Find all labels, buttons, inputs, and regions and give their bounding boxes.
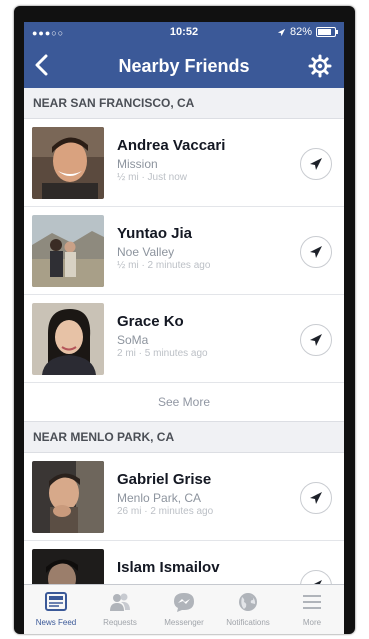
location-arrow-icon	[310, 246, 322, 258]
menu-icon	[303, 595, 321, 609]
tab-label: Notifications	[226, 618, 270, 627]
friend-distance-time: ½ mi · 2 minutes ago	[117, 260, 211, 271]
friend-row[interactable]: Yuntao Jia Noe Valley ½ mi · 2 minutes a…	[24, 207, 344, 295]
tab-notifications[interactable]: Notifications	[216, 585, 280, 634]
friend-name[interactable]: Grace Ko	[117, 313, 184, 330]
messenger-icon	[174, 593, 194, 612]
navigate-button[interactable]	[300, 570, 332, 584]
navigate-button[interactable]	[300, 482, 332, 514]
tab-label: Requests	[103, 618, 137, 627]
status-bar: ●●●○○ 10:52 82%	[24, 22, 344, 44]
avatar[interactable]	[32, 461, 104, 533]
navigation-bar: Nearby Friends	[24, 44, 344, 88]
settings-button[interactable]	[308, 54, 332, 78]
friend-row[interactable]: Andrea Vaccari Mission ½ mi · Just now	[24, 119, 344, 207]
gear-icon	[308, 54, 332, 78]
page-title: Nearby Friends	[118, 56, 250, 76]
friend-location: Noe Valley	[117, 245, 175, 259]
friend-distance-time: 26 mi · 2 minutes ago	[117, 506, 214, 517]
avatar[interactable]	[32, 303, 104, 375]
battery-percent: 82%	[289, 26, 312, 38]
location-arrow-icon	[310, 492, 322, 504]
location-arrow-icon	[310, 158, 322, 170]
location-arrow-icon	[277, 28, 286, 36]
friend-row[interactable]: Grace Ko SoMa 2 mi · 5 minutes ago	[24, 295, 344, 383]
status-right: 82%	[277, 26, 338, 38]
friend-location: Menlo Park, CA	[117, 491, 202, 505]
friend-name[interactable]: Yuntao Jia	[117, 225, 192, 242]
app-screen: ●●●○○ 10:52 82% Nearby Friends NEAR SAN …	[24, 22, 344, 634]
navigate-button[interactable]	[300, 236, 332, 268]
section-header-san-francisco: NEAR SAN FRANCISCO, CA	[24, 88, 344, 119]
friend-distance-time: ½ mi · Just now	[117, 172, 188, 183]
tab-more[interactable]: More	[280, 585, 344, 634]
globe-icon	[239, 593, 257, 611]
friend-location: Mission	[117, 157, 158, 171]
avatar[interactable]	[32, 127, 104, 199]
friend-distance-time: 2 mi · 5 minutes ago	[117, 348, 208, 359]
avatar[interactable]	[32, 549, 104, 584]
tab-news-feed[interactable]: News Feed	[24, 585, 88, 634]
nearby-friends-list[interactable]: NEAR SAN FRANCISCO, CA Andrea Vaccari Mi…	[24, 88, 344, 584]
location-arrow-icon	[310, 334, 322, 346]
friend-requests-icon	[110, 593, 130, 611]
navigate-button[interactable]	[300, 324, 332, 356]
friend-location: SoMa	[117, 333, 149, 347]
friend-name[interactable]: Andrea Vaccari	[117, 137, 225, 154]
section-header-menlo-park: NEAR MENLO PARK, CA	[24, 422, 344, 453]
tab-label: Messenger	[164, 618, 204, 627]
tab-requests[interactable]: Requests	[88, 585, 152, 634]
friend-row[interactable]: Gabriel Grise Menlo Park, CA 26 mi · 2 m…	[24, 453, 344, 541]
avatar[interactable]	[32, 215, 104, 287]
friend-row[interactable]: Islam Ismailov	[24, 541, 344, 584]
tab-messenger[interactable]: Messenger	[152, 585, 216, 634]
friend-name[interactable]: Islam Ismailov	[117, 559, 220, 576]
friend-name[interactable]: Gabriel Grise	[117, 471, 211, 488]
see-more-link[interactable]: See More	[24, 383, 344, 422]
navigate-button[interactable]	[300, 148, 332, 180]
news-feed-icon	[45, 592, 67, 611]
battery-icon	[316, 27, 338, 37]
tab-label: More	[302, 618, 322, 627]
tab-label: News Feed	[35, 618, 77, 627]
tab-bar: News Feed Requests Messenger Notificatio…	[24, 584, 344, 634]
